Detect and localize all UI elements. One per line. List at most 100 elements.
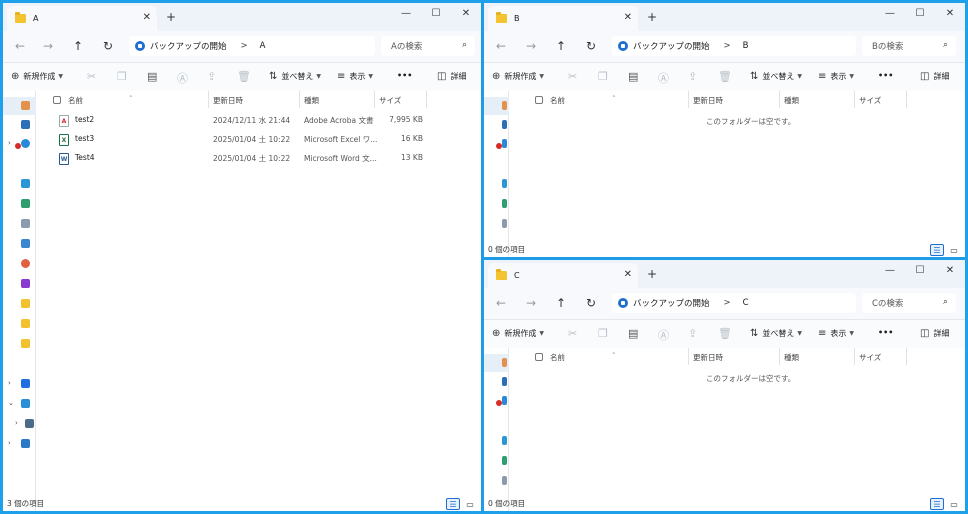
up-icon[interactable]: ↑ bbox=[556, 297, 566, 309]
maximize-button[interactable]: ☐ bbox=[905, 260, 935, 280]
breadcrumb-current[interactable]: C bbox=[743, 298, 749, 308]
details-view-icon[interactable]: ☰ bbox=[446, 498, 460, 510]
cut-icon[interactable]: ✂ bbox=[87, 70, 96, 83]
minimize-button[interactable]: — bbox=[391, 3, 421, 23]
column-divider[interactable] bbox=[426, 91, 427, 108]
onedrive-icon[interactable] bbox=[21, 139, 30, 148]
column-name[interactable]: 名前 bbox=[68, 95, 83, 106]
network-icon[interactable] bbox=[21, 439, 30, 448]
copy-icon[interactable]: ❐ bbox=[598, 70, 608, 83]
column-name[interactable]: 名前 bbox=[550, 95, 565, 106]
breadcrumb-root[interactable]: バックアップの開始 bbox=[150, 40, 227, 52]
tab-a[interactable]: A ✕ bbox=[7, 6, 157, 31]
refresh-icon[interactable]: ↻ bbox=[586, 297, 596, 309]
delete-icon[interactable]: 🗑 bbox=[718, 70, 732, 83]
more-button[interactable]: ••• bbox=[878, 328, 893, 337]
paste-icon[interactable]: ▤ bbox=[147, 70, 157, 83]
share-icon[interactable]: ⇪ bbox=[688, 70, 697, 83]
desktop-icon[interactable] bbox=[502, 179, 507, 188]
downloads-icon[interactable] bbox=[502, 456, 507, 465]
onedrive-icon[interactable] bbox=[502, 139, 507, 148]
this-pc-icon[interactable] bbox=[21, 399, 30, 408]
share-icon[interactable]: ⇪ bbox=[207, 70, 216, 83]
paste-icon[interactable]: ▤ bbox=[628, 327, 638, 340]
view-button[interactable]: ≡ 表示 ▼ bbox=[337, 71, 373, 82]
documents-icon[interactable] bbox=[502, 219, 507, 228]
new-button[interactable]: ⊕ 新規作成 ▼ bbox=[492, 71, 544, 82]
column-date[interactable]: 更新日時 bbox=[693, 352, 723, 363]
back-icon[interactable]: ← bbox=[496, 297, 506, 309]
close-window-button[interactable]: ✕ bbox=[935, 260, 965, 280]
sort-button[interactable]: ⇅ 並べ替え ▼ bbox=[269, 71, 321, 82]
new-tab-button[interactable]: + bbox=[647, 11, 657, 23]
breadcrumb-current[interactable]: A bbox=[260, 41, 266, 51]
forward-icon[interactable]: → bbox=[43, 40, 53, 52]
search-input[interactable]: Bの検索 ⌕ bbox=[862, 36, 956, 56]
expand-chevron-icon[interactable]: › bbox=[15, 419, 18, 427]
minimize-button[interactable]: — bbox=[875, 260, 905, 280]
column-date[interactable]: 更新日時 bbox=[213, 95, 243, 106]
column-divider[interactable] bbox=[208, 91, 209, 108]
rename-icon[interactable]: Ⓐ bbox=[177, 70, 188, 86]
sort-button[interactable]: ⇅ 並べ替え ▼ bbox=[750, 328, 802, 339]
select-all-checkbox[interactable] bbox=[53, 96, 61, 104]
gallery-icon[interactable] bbox=[21, 120, 30, 129]
details-button[interactable]: ◫ 詳細 bbox=[920, 328, 949, 339]
tiles-view-icon[interactable]: ▭ bbox=[463, 498, 477, 510]
new-tab-button[interactable]: + bbox=[166, 11, 176, 23]
downloads-icon[interactable] bbox=[502, 199, 507, 208]
more-button[interactable]: ••• bbox=[397, 71, 412, 80]
column-divider[interactable] bbox=[299, 91, 300, 108]
folder-icon[interactable] bbox=[21, 299, 30, 308]
share-icon[interactable]: ⇪ bbox=[688, 327, 697, 340]
column-divider[interactable] bbox=[854, 91, 855, 108]
gallery-icon[interactable] bbox=[502, 120, 507, 129]
new-tab-button[interactable]: + bbox=[647, 268, 657, 280]
pictures-icon[interactable] bbox=[21, 239, 30, 248]
column-divider[interactable] bbox=[779, 91, 780, 108]
expand-chevron-icon[interactable]: › bbox=[8, 379, 11, 387]
expand-chevron-icon[interactable]: › bbox=[8, 439, 11, 447]
new-button[interactable]: ⊕ 新規作成 ▼ bbox=[492, 328, 544, 339]
downloads-icon[interactable] bbox=[21, 199, 30, 208]
column-type[interactable]: 種類 bbox=[304, 95, 319, 106]
refresh-icon[interactable]: ↻ bbox=[586, 40, 596, 52]
up-icon[interactable]: ↑ bbox=[556, 40, 566, 52]
documents-icon[interactable] bbox=[502, 476, 507, 485]
refresh-icon[interactable]: ↻ bbox=[103, 40, 113, 52]
back-icon[interactable]: ← bbox=[496, 40, 506, 52]
tab-close-icon[interactable]: ✕ bbox=[624, 12, 632, 23]
rename-icon[interactable]: Ⓐ bbox=[658, 70, 669, 86]
desktop-icon[interactable] bbox=[502, 436, 507, 445]
search-input[interactable]: Cの検索 ⌕ bbox=[862, 293, 956, 313]
desktop-icon[interactable] bbox=[21, 179, 30, 188]
file-row[interactable]: X test3 2025/01/04 土 10:22 Microsoft Exc… bbox=[37, 129, 481, 148]
column-size[interactable]: サイズ bbox=[859, 95, 881, 106]
column-divider[interactable] bbox=[374, 91, 375, 108]
gallery-icon[interactable] bbox=[502, 377, 507, 386]
minimize-button[interactable]: — bbox=[875, 3, 905, 23]
copy-icon[interactable]: ❐ bbox=[117, 70, 127, 83]
tab-close-icon[interactable]: ✕ bbox=[624, 269, 632, 280]
column-divider[interactable] bbox=[688, 91, 689, 108]
back-icon[interactable]: ← bbox=[15, 40, 25, 52]
file-row[interactable]: W Test4 2025/01/04 土 10:22 Microsoft Wor… bbox=[37, 148, 481, 167]
select-all-checkbox[interactable] bbox=[535, 96, 543, 104]
breadcrumb-current[interactable]: B bbox=[743, 41, 749, 51]
breadcrumb-root[interactable]: バックアップの開始 bbox=[633, 40, 710, 52]
more-button[interactable]: ••• bbox=[878, 71, 893, 80]
cut-icon[interactable]: ✂ bbox=[568, 70, 577, 83]
sort-button[interactable]: ⇅ 並べ替え ▼ bbox=[750, 71, 802, 82]
collapse-chevron-icon[interactable]: ⌄ bbox=[8, 399, 14, 407]
maximize-button[interactable]: ☐ bbox=[421, 3, 451, 23]
tab-close-icon[interactable]: ✕ bbox=[143, 12, 151, 23]
new-button[interactable]: ⊕ 新規作成 ▼ bbox=[11, 71, 63, 82]
column-size[interactable]: サイズ bbox=[379, 95, 401, 106]
music-icon[interactable] bbox=[21, 259, 30, 268]
breadcrumb[interactable]: バックアップの開始 > C bbox=[612, 293, 856, 313]
column-divider[interactable] bbox=[906, 348, 907, 365]
column-date[interactable]: 更新日時 bbox=[693, 95, 723, 106]
search-input[interactable]: Aの検索 ⌕ bbox=[381, 36, 475, 56]
onedrive-icon[interactable] bbox=[502, 396, 507, 405]
tab-c[interactable]: C ✕ bbox=[488, 263, 638, 288]
